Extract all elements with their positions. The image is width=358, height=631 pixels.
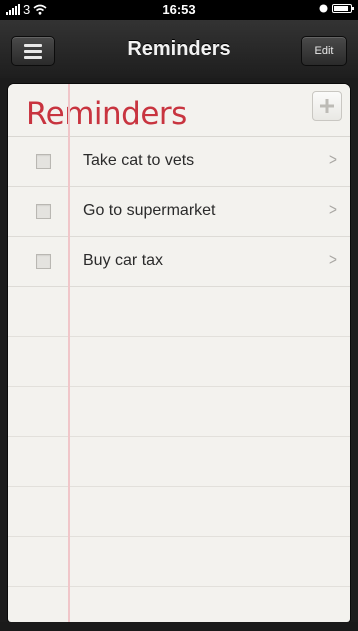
lock-rotation-icon [319,4,328,13]
add-reminder-button[interactable] [312,91,342,121]
reminders-list-paper: Reminders Take cat to vets > Go to super… [8,84,350,622]
plus-icon [320,99,334,113]
empty-row [8,337,350,387]
reminder-label: Take cat to vets [83,152,195,169]
status-bar: 3 16:53 [0,0,358,20]
reminder-checkbox[interactable] [36,254,51,269]
battery-icon [332,4,354,13]
empty-row[interactable] [8,287,350,337]
reminder-checkbox[interactable] [36,204,51,219]
margin-line-overlay [68,84,70,622]
battery-fill [334,6,348,11]
app-screen: 3 16:53 Reminders Edit Reminders Take ca… [0,0,358,631]
chevron-right-icon[interactable]: > [329,250,337,270]
reminder-checkbox[interactable] [36,154,51,169]
chevron-right-icon[interactable]: > [329,150,337,170]
navigation-bar: Reminders Edit [0,20,358,78]
bottom-bar [0,622,358,631]
edit-button[interactable]: Edit [301,36,347,66]
list-title: Reminders [26,96,187,132]
empty-row [8,587,350,622]
empty-row [8,537,350,587]
status-right [319,4,354,13]
empty-row [8,437,350,487]
reminder-label: Buy car tax [83,252,164,269]
status-time: 16:53 [162,2,196,17]
empty-row [8,487,350,537]
list-item[interactable]: Buy car tax > [8,237,350,287]
chevron-right-icon[interactable]: > [329,200,337,220]
list-item[interactable]: Go to supermarket > [8,187,350,237]
reminder-label: Go to supermarket [83,202,216,219]
empty-row [8,387,350,437]
list-header: Reminders [8,84,350,137]
reminders-list: Take cat to vets > Go to supermarket > B… [8,137,350,622]
list-item[interactable]: Take cat to vets > [8,137,350,187]
